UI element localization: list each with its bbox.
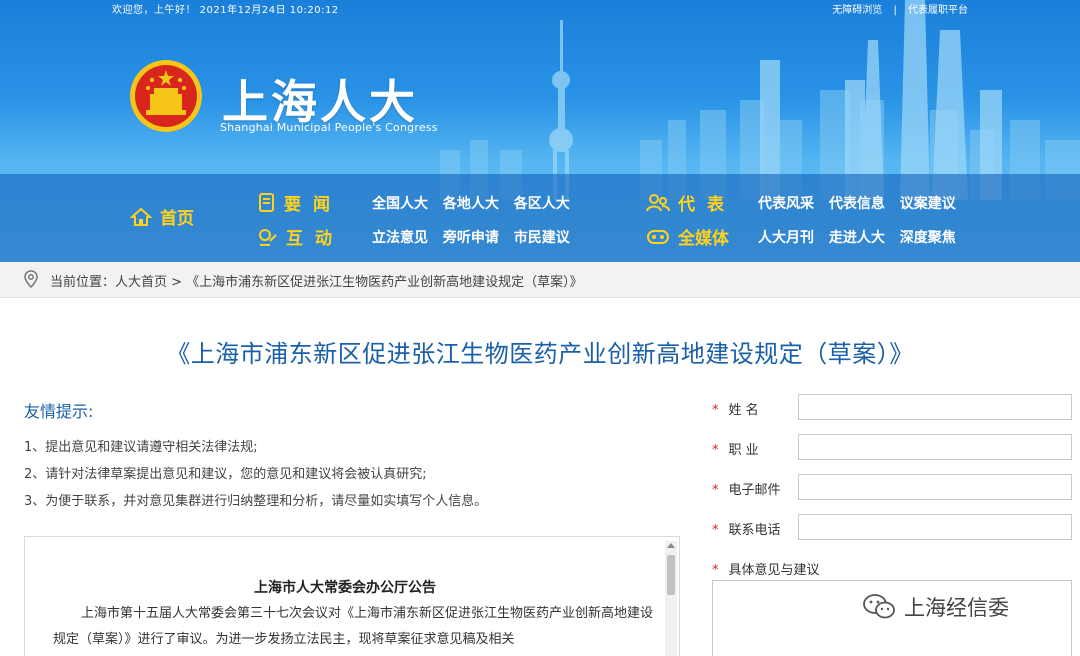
link-legislative-opinion[interactable]: 立法意见	[372, 230, 428, 246]
required-mark: *	[712, 483, 719, 498]
deputy-platform-link[interactable]: 代表履职平台	[908, 5, 968, 16]
nav-interact-label: 互动	[286, 229, 344, 249]
required-mark: *	[712, 563, 719, 578]
interact-sublinks: 立法意见 旁听申请 市民建议	[372, 227, 580, 247]
page-title: 《上海市浦东新区促进张江生物医药产业创新高地建设规定（草案）》	[166, 340, 914, 368]
notice-scrollbar[interactable]	[665, 541, 677, 656]
link-visit-npc[interactable]: 走进人大	[829, 230, 885, 246]
wechat-watermark: 上海经信委	[862, 592, 1009, 622]
opinion-row: * 具体意见与建议	[712, 559, 820, 578]
link-in-depth[interactable]: 深度聚焦	[900, 230, 956, 246]
nav-home[interactable]: 首页	[130, 204, 194, 229]
email-label: 电子邮件	[728, 483, 781, 498]
notice-title: 上海市人大常委会办公厅公告	[254, 580, 436, 596]
link-hearing-application[interactable]: 旁听申请	[443, 230, 499, 246]
link-local-npc[interactable]: 各地人大	[443, 196, 499, 212]
site-logo-english: Shanghai Municipal People's Congress	[220, 121, 438, 134]
job-input[interactable]	[798, 434, 1072, 460]
link-national-npc[interactable]: 全国人大	[372, 196, 428, 212]
watermark-text: 上海经信委	[904, 596, 1009, 620]
required-mark: *	[712, 403, 719, 418]
top-utility-bar: 欢迎您，上午好！ 2021年12月24日 10:20:12 无障碍浏览 | 代表…	[0, 0, 1080, 16]
utility-links: 无障碍浏览 | 代表履职平台	[828, 1, 972, 16]
scroll-up-arrow-icon[interactable]	[667, 543, 675, 548]
tips-list: 1、提出意见和建议请遵守相关法律法规; 2、请针对法律草案提出意见和建议，您的意…	[24, 434, 487, 515]
link-deputy-profiles[interactable]: 代表风采	[758, 196, 814, 212]
nav-media-label: 全媒体	[678, 229, 729, 249]
media-sublinks: 人大月刊 走进人大 深度聚焦	[758, 227, 966, 247]
nav-news[interactable]: 要闻	[258, 190, 342, 215]
deputies-sublinks: 代表风采 代表信息 议案建议	[758, 193, 966, 213]
home-icon	[130, 207, 152, 226]
chat-edit-icon	[259, 228, 277, 246]
email-row: * 电子邮件	[712, 479, 781, 498]
link-deputy-info[interactable]: 代表信息	[829, 196, 885, 212]
tips-title: 友情提示:	[24, 402, 94, 421]
accessible-browse-link[interactable]: 无障碍浏览	[832, 5, 882, 16]
nav-deputies[interactable]: 代表	[646, 190, 736, 215]
news-sublinks: 全国人大 各地人大 各区人大	[372, 193, 580, 213]
required-mark: *	[712, 523, 719, 538]
notice-body: 上海市第十五届人大常委会第三十七次会议对《上海市浦东新区促进张江生物医药产业创新…	[53, 606, 654, 647]
email-input[interactable]	[798, 474, 1072, 500]
document-icon	[259, 192, 274, 212]
nav-home-label: 首页	[160, 209, 194, 229]
nav-interact[interactable]: 互动	[258, 224, 344, 249]
link-motions[interactable]: 议案建议	[900, 196, 956, 212]
nav-news-label: 要闻	[284, 195, 342, 215]
separator: |	[893, 5, 897, 16]
opinion-label: 具体意见与建议	[728, 563, 820, 578]
name-row: * 姓 名	[712, 399, 759, 418]
greeting-text: 欢迎您，上午好！ 2021年12月24日 10:20:12	[112, 5, 339, 16]
people-icon	[646, 193, 670, 211]
national-emblem-icon	[130, 60, 202, 132]
link-npc-monthly[interactable]: 人大月刊	[758, 230, 814, 246]
required-mark: *	[712, 443, 719, 458]
tip-item: 3、为便于联系，并对意见集群进行归纳整理和分析，请尽量如实填写个人信息。	[24, 494, 488, 509]
location-pin-icon	[24, 270, 38, 288]
name-label: 姓 名	[728, 403, 759, 418]
job-label: 职 业	[728, 443, 759, 458]
nav-media[interactable]: 全媒体	[646, 224, 729, 249]
job-row: * 职 业	[712, 439, 759, 458]
scrollbar-thumb[interactable]	[667, 555, 675, 595]
phone-input[interactable]	[798, 514, 1072, 540]
wechat-icon	[863, 594, 895, 619]
media-icon	[647, 229, 669, 244]
notice-box[interactable]: 上海市人大常委会办公厅公告 上海市第十五届人大常委会第三十七次会议对《上海市浦东…	[24, 536, 680, 656]
nav-deputies-label: 代表	[678, 195, 736, 215]
tip-item: 1、提出意见和建议请遵守相关法律法规;	[24, 440, 258, 455]
link-citizen-suggestion[interactable]: 市民建议	[514, 230, 570, 246]
tip-item: 2、请针对法律草案提出意见和建议，您的意见和建议将会被认真研究;	[24, 467, 427, 482]
phone-label: 联系电话	[728, 523, 781, 538]
name-input[interactable]	[798, 394, 1072, 420]
link-district-npc[interactable]: 各区人大	[514, 196, 570, 212]
phone-row: * 联系电话	[712, 519, 781, 538]
breadcrumb-text[interactable]: 当前位置：人大首页 > 《上海市浦东新区促进张江生物医药产业创新高地建设规定（草…	[50, 271, 583, 290]
header-banner: 欢迎您，上午好！ 2021年12月24日 10:20:12 无障碍浏览 | 代表…	[0, 0, 1080, 262]
main-nav: 首页 要闻 全国人大 各地人大 各区人大 互动 立法意见 旁听申请 市民建议 代…	[0, 174, 1080, 262]
breadcrumb: 当前位置：人大首页 > 《上海市浦东新区促进张江生物医药产业创新高地建设规定（草…	[0, 262, 1080, 298]
